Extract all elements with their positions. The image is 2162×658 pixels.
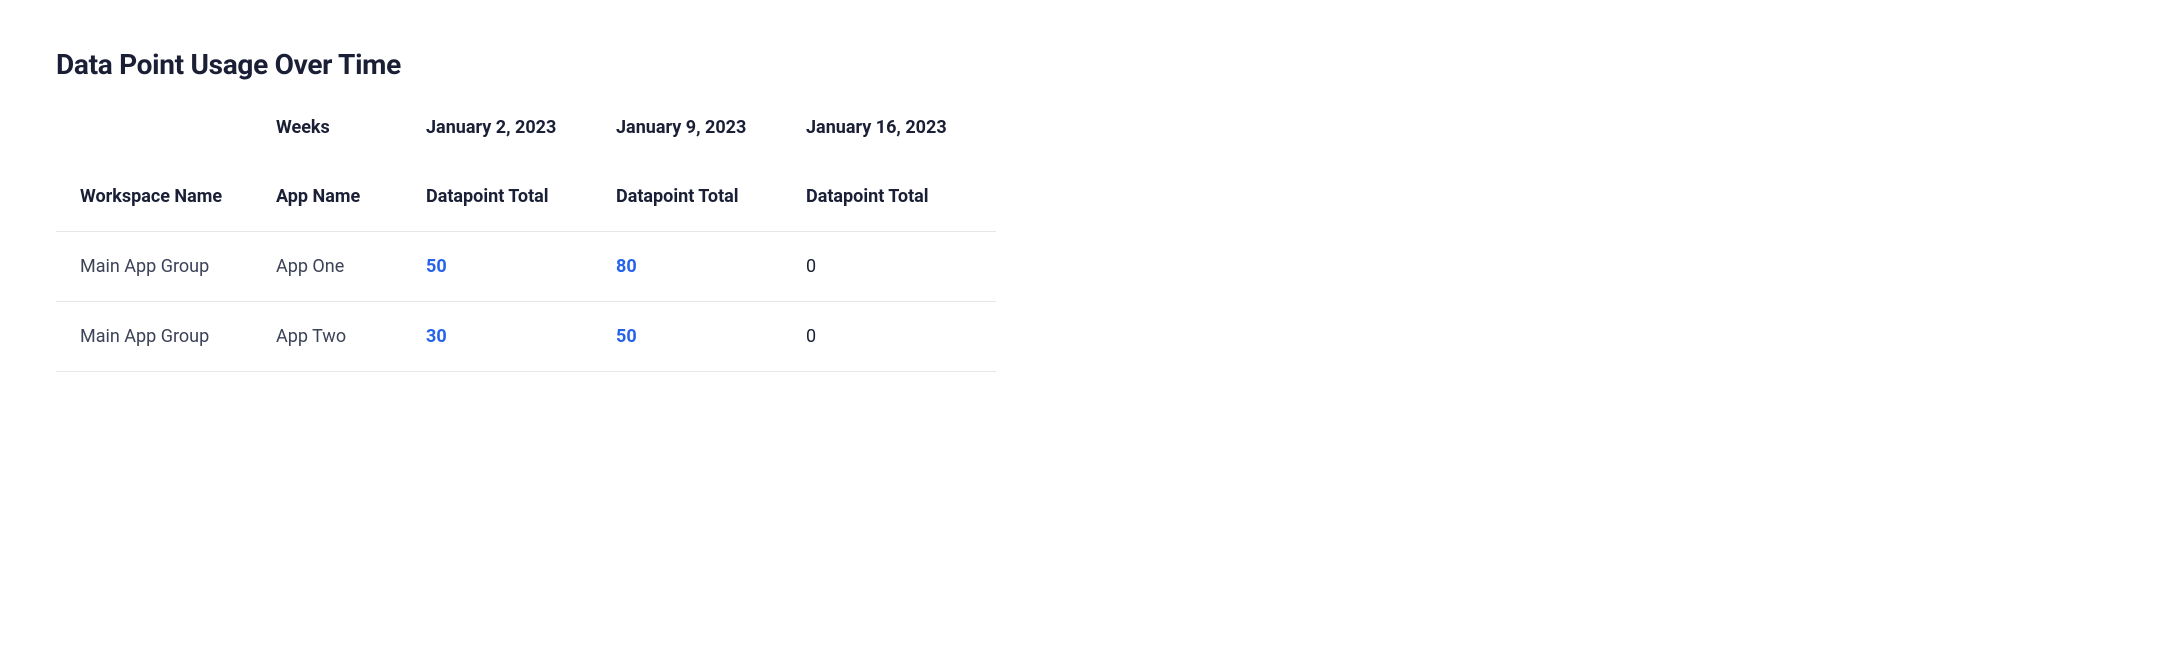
header-date-2: January 9, 2023 [616,117,806,186]
cell-value: 0 [806,326,816,347]
header-workspace: Workspace Name [56,186,276,232]
usage-table: Weeks January 2, 2023 January 9, 2023 Ja… [56,117,996,372]
cell-workspace: Main App Group [56,302,276,372]
cell-value-link[interactable]: 50 [616,326,637,347]
header-dp-2: Datapoint Total [616,186,806,232]
header-blank [56,117,276,186]
cell-value: 0 [806,256,816,277]
page-title: Data Point Usage Over Time [56,48,2106,81]
table-header-row-dates: Weeks January 2, 2023 January 9, 2023 Ja… [56,117,996,186]
cell-app: App One [276,232,426,302]
table-row: Main App Group App Two 30 50 0 [56,302,996,372]
header-date-3: January 16, 2023 [806,117,996,186]
header-app: App Name [276,186,426,232]
cell-workspace: Main App Group [56,232,276,302]
cell-value-link[interactable]: 80 [616,256,637,277]
cell-value-link[interactable]: 30 [426,326,447,347]
cell-app: App Two [276,302,426,372]
header-date-1: January 2, 2023 [426,117,616,186]
header-dp-1: Datapoint Total [426,186,616,232]
header-weeks: Weeks [276,117,426,186]
table-row: Main App Group App One 50 80 0 [56,232,996,302]
cell-value-link[interactable]: 50 [426,256,447,277]
header-dp-3: Datapoint Total [806,186,996,232]
table-header-row-columns: Workspace Name App Name Datapoint Total … [56,186,996,232]
